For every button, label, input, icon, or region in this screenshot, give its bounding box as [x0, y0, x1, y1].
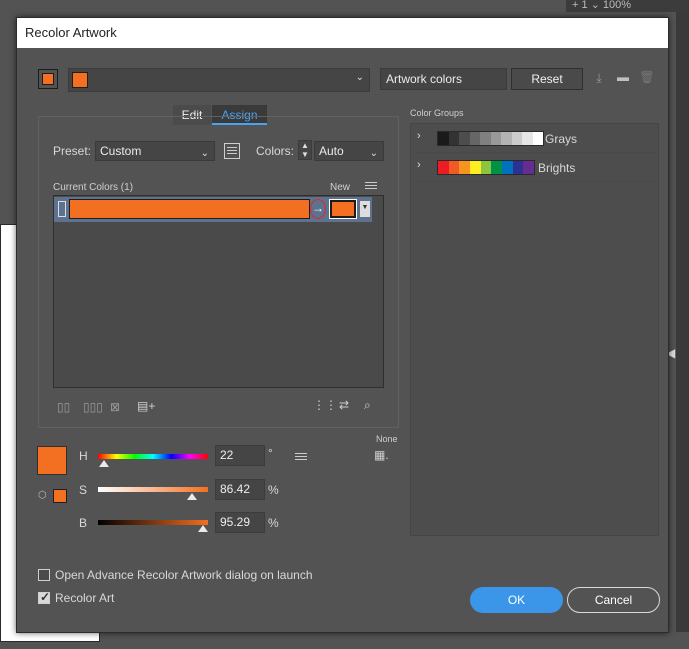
color-groups-label: Color Groups — [410, 108, 464, 118]
merge-colors-icon[interactable]: ▯▯ — [57, 400, 70, 414]
background-toolbar: + 1 ⌄ 100% — [566, 0, 689, 12]
trash-icon[interactable]: 🗑 — [639, 70, 655, 84]
color-assignment-row[interactable]: → ▼ — [54, 197, 372, 222]
recolor-art-checkbox[interactable] — [38, 590, 50, 604]
color-assignment-list — [53, 195, 384, 388]
preset-dropdown[interactable]: Custom ⌄ — [95, 141, 215, 161]
ok-button[interactable]: OK — [470, 587, 563, 613]
ok-label: OK — [507, 593, 526, 607]
artwork-colors-label: Artwork colors — [386, 72, 463, 86]
colors-stepper[interactable]: ▲ ▼ — [298, 140, 312, 160]
reset-label: Reset — [531, 72, 563, 86]
saturation-slider[interactable] — [98, 487, 208, 492]
artwork-colors-field[interactable]: Artwork colors — [380, 68, 507, 90]
hue-input[interactable]: 22 — [215, 445, 265, 466]
save-color-group-icon[interactable]: ⤓ — [591, 71, 607, 86]
colors-label: Colors: — [256, 144, 295, 158]
new-color-swatch[interactable] — [329, 199, 357, 219]
hue-slider-thumb[interactable] — [99, 460, 109, 467]
colors-dropdown[interactable]: Auto ⌄ — [314, 141, 384, 161]
brights-swatch-strip — [437, 160, 535, 175]
preset-value: Custom — [100, 144, 142, 158]
cancel-label: Cancel — [594, 593, 633, 607]
find-color-icon[interactable]: ⌕ — [364, 398, 371, 413]
reset-button[interactable]: Reset — [511, 68, 583, 90]
saturation-slider-thumb[interactable] — [187, 493, 197, 500]
current-colors-label: Current Colors (1) — [53, 182, 134, 193]
saturation-unit: % — [268, 483, 279, 497]
color-group-brights[interactable]: › Brights — [411, 153, 658, 182]
brightness-slider-thumb[interactable] — [198, 525, 208, 532]
cancel-button[interactable]: Cancel — [567, 587, 660, 613]
new-row-icon[interactable]: ▤+ — [137, 399, 155, 413]
arrow-right-icon[interactable]: → — [310, 199, 326, 219]
hue-label: H — [79, 449, 88, 463]
small-color-swatch[interactable] — [53, 489, 67, 503]
active-color-swatch[interactable] — [38, 69, 58, 89]
preset-label: Preset: — [53, 144, 92, 158]
cube-icon: ⬡ — [38, 490, 47, 501]
colors-value: Auto — [319, 144, 344, 158]
current-color-bar[interactable] — [69, 199, 310, 219]
chevron-down-icon[interactable]: ▼ — [360, 201, 370, 217]
chevron-down-icon: ⌄ — [355, 72, 364, 83]
color-mode-menu-icon[interactable] — [295, 453, 307, 454]
brightness-input[interactable]: 95.29 — [215, 512, 265, 533]
brightness-slider[interactable] — [98, 520, 208, 525]
hue-slider[interactable] — [98, 454, 208, 459]
degree-unit: ° — [268, 446, 273, 460]
saturation-input[interactable]: 86.42 — [215, 479, 265, 500]
brightness-label: B — [79, 516, 88, 530]
brightness-unit: % — [268, 516, 279, 530]
options-menu-icon[interactable] — [365, 182, 377, 183]
new-label: New — [330, 182, 351, 193]
color-groups-panel: › Grays › Brights — [410, 123, 659, 536]
dialog-title: Recolor Artwork — [17, 18, 668, 48]
chevron-down-icon: ⌄ — [200, 148, 209, 159]
color-bars-icon[interactable]: ⋮⋮ — [313, 398, 337, 412]
separate-colors-icon[interactable]: ▯▯▯ — [83, 400, 103, 414]
background-toolbar-label: + 1 ⌄ 100% — [572, 0, 632, 11]
selected-color-swatch[interactable] — [37, 446, 67, 475]
advance-dialog-checkbox[interactable] — [38, 569, 50, 581]
preset-options-icon[interactable] — [224, 143, 240, 159]
harmony-rules-dropdown[interactable]: ⌄ — [68, 68, 370, 92]
advance-dialog-label: Open Advance Recolor Artwork dialog on l… — [55, 568, 313, 582]
randomize-order-icon[interactable]: ⇄ — [339, 398, 349, 412]
background-right-panel: ◀ — [666, 12, 689, 632]
recolor-artwork-dialog: Recolor Artwork ⌄ Artwork colors Reset ⤓… — [16, 17, 669, 633]
harmony-color-swatch — [72, 72, 88, 88]
exclude-colors-icon[interactable]: ⊠ — [110, 400, 120, 414]
saturation-label: S — [79, 483, 88, 497]
drag-handle-icon[interactable] — [58, 201, 66, 217]
group-name-grays: Grays — [545, 132, 578, 146]
color-group-grays[interactable]: › Grays — [411, 124, 658, 153]
none-label: None — [376, 434, 398, 444]
chevron-right-icon[interactable]: › — [417, 159, 421, 171]
grays-swatch-strip — [437, 131, 544, 146]
chevron-right-icon[interactable]: › — [417, 130, 421, 142]
group-name-brights: Brights — [538, 161, 576, 175]
folder-icon[interactable]: ▬ — [614, 70, 632, 84]
recolor-art-label: Recolor Art — [55, 591, 115, 605]
chevron-down-icon: ⌄ — [369, 148, 378, 159]
color-library-icon[interactable]: ▦. — [374, 448, 389, 462]
